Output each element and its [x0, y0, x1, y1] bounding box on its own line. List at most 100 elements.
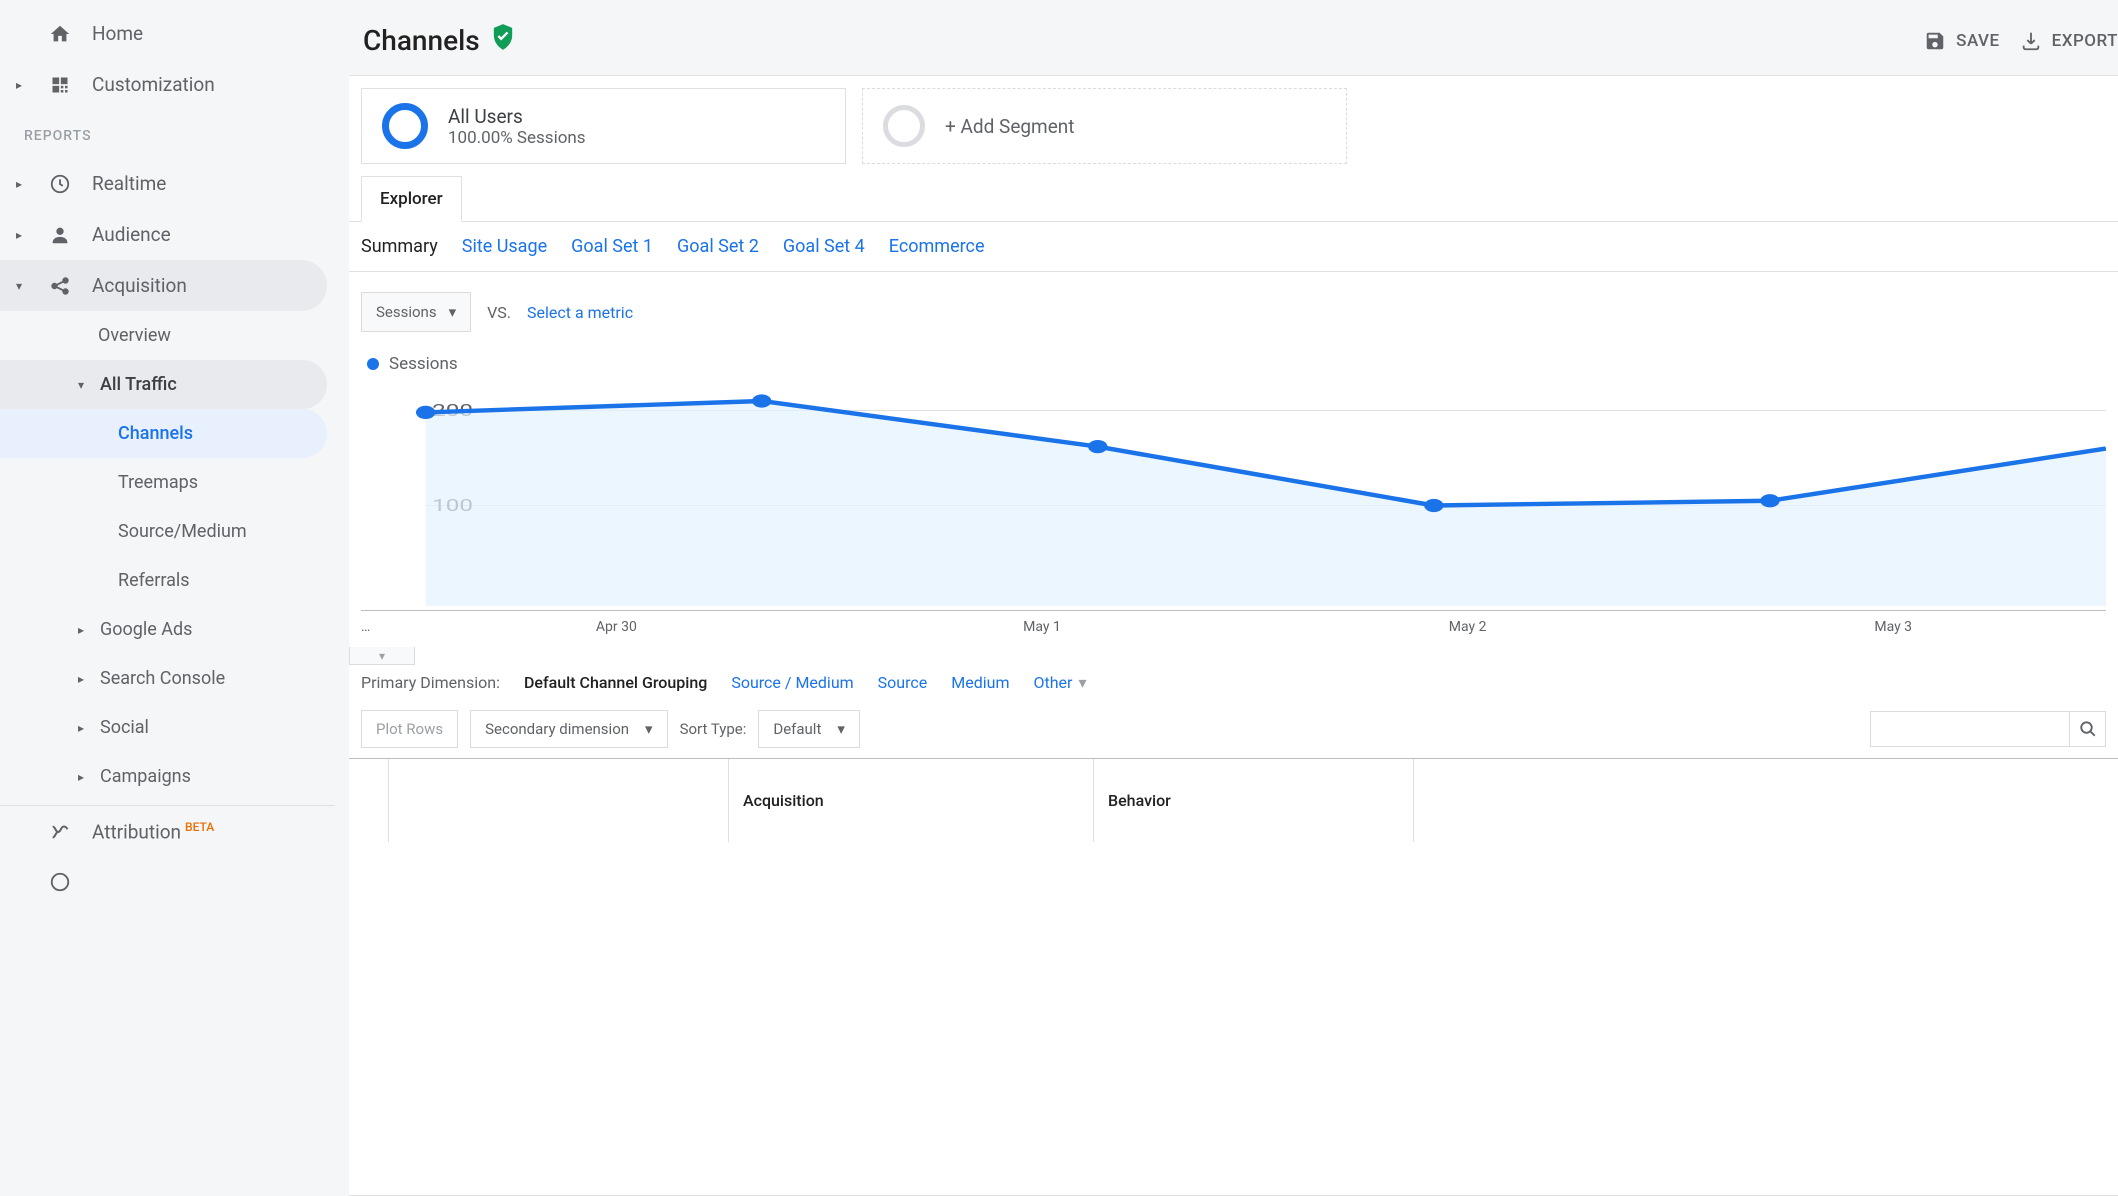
x-axis-label: May 2 — [1255, 619, 1681, 635]
search-input[interactable] — [1870, 711, 2070, 747]
nav-all-traffic-label: All Traffic — [100, 374, 177, 395]
shield-icon — [492, 24, 514, 57]
caret-icon: ▸ — [16, 78, 28, 92]
page-title: Channels — [363, 24, 514, 57]
dimension-other[interactable]: Other ▾ — [1033, 673, 1086, 692]
nav-source-medium[interactable]: Source/Medium — [0, 507, 335, 556]
person-icon — [48, 224, 72, 246]
th-last — [1414, 759, 2118, 842]
nav-channels[interactable]: Channels — [0, 409, 327, 458]
nav-home[interactable]: Home — [0, 8, 335, 59]
nav-campaigns-label: Campaigns — [100, 766, 191, 787]
acquisition-icon — [48, 275, 72, 297]
chart-container: Sessions 100200 …Apr 30May 1May 2May 3 — [349, 340, 2118, 647]
nav-treemaps[interactable]: Treemaps — [0, 458, 335, 507]
x-axis-label: May 3 — [1680, 619, 2106, 635]
nav-campaigns[interactable]: ▸ Campaigns — [0, 752, 335, 801]
dimension-medium[interactable]: Medium — [951, 673, 1009, 692]
th-dimension-col — [389, 759, 729, 842]
customization-icon — [48, 75, 72, 95]
chevron-down-icon: ▾ — [449, 303, 457, 321]
x-axis-label: May 1 — [829, 619, 1255, 635]
beta-badge: BETA — [185, 820, 214, 834]
chevron-down-icon: ▾ — [837, 720, 845, 738]
caret-icon: ▸ — [78, 623, 90, 637]
search-button[interactable] — [2070, 711, 2106, 747]
caret-down-icon: ▾ — [78, 378, 90, 392]
th-checkbox-col — [349, 759, 389, 842]
sessions-line-chart: 100200 — [361, 386, 2106, 606]
sort-type-select[interactable]: Default ▾ — [758, 710, 860, 748]
nav-audience-label: Audience — [92, 223, 171, 246]
nav-acquisition-label: Acquisition — [92, 274, 187, 297]
x-axis-label: … — [361, 619, 404, 635]
page-title-text: Channels — [363, 24, 480, 57]
chart-expand-handle[interactable]: ▾ — [349, 647, 415, 665]
secondary-dimension-select[interactable]: Secondary dimension ▾ — [470, 710, 667, 748]
export-label: EXPORT — [2052, 31, 2118, 51]
export-button[interactable]: EXPORT — [2020, 30, 2118, 52]
select-metric-link[interactable]: Select a metric — [527, 303, 633, 322]
nav-acquisition[interactable]: ▾ Acquisition — [0, 260, 327, 311]
segment-title: All Users — [448, 105, 586, 128]
report-panel: All Users 100.00% Sessions + Add Segment… — [349, 75, 2118, 1196]
dimension-row: Primary Dimension: Default Channel Group… — [349, 665, 2118, 700]
nav-all-traffic[interactable]: ▾ All Traffic — [0, 360, 327, 409]
nav-customization-label: Customization — [92, 73, 215, 96]
add-segment-button[interactable]: + Add Segment — [862, 88, 1347, 164]
sidebar: Home ▸ Customization REPORTS ▸ Realtime … — [0, 0, 335, 1196]
subtab-goal-set-4[interactable]: Goal Set 4 — [783, 236, 865, 257]
dimension-active[interactable]: Default Channel Grouping — [524, 673, 707, 692]
primary-metric-select[interactable]: Sessions ▾ — [361, 292, 471, 332]
nav-social-label: Social — [100, 717, 149, 738]
sort-type-label: Sort Type: — [680, 720, 747, 738]
sort-type-value: Default — [773, 720, 821, 738]
vs-text: VS. — [487, 303, 511, 322]
nav-social[interactable]: ▸ Social — [0, 703, 335, 752]
th-acquisition[interactable]: Acquisition — [729, 759, 1094, 842]
dimension-other-label: Other — [1033, 673, 1072, 692]
nav-home-label: Home — [92, 22, 143, 45]
caret-icon: ▸ — [78, 770, 90, 784]
subtab-goal-set-1[interactable]: Goal Set 1 — [571, 236, 653, 257]
plot-rows-button[interactable]: Plot Rows — [361, 710, 458, 748]
nav-google-ads[interactable]: ▸ Google Ads — [0, 605, 335, 654]
legend-label: Sessions — [389, 354, 458, 374]
segment-all-users[interactable]: All Users 100.00% Sessions — [361, 88, 846, 164]
nav-search-console[interactable]: ▸ Search Console — [0, 654, 335, 703]
reports-label: REPORTS — [0, 110, 335, 158]
caret-down-icon: ▾ — [16, 279, 28, 293]
page-header: Channels SAVE EXPORT — [335, 0, 2118, 75]
dimension-source-medium[interactable]: Source / Medium — [731, 673, 853, 692]
nav-realtime[interactable]: ▸ Realtime — [0, 158, 335, 209]
nav-discover[interactable] — [0, 857, 335, 907]
caret-icon: ▸ — [78, 721, 90, 735]
nav-attribution[interactable]: AttributionBETA — [0, 805, 335, 857]
save-button[interactable]: SAVE — [1924, 30, 1999, 52]
nav-referrals[interactable]: Referrals — [0, 556, 335, 605]
nav-google-ads-label: Google Ads — [100, 619, 192, 640]
subtab-summary[interactable]: Summary — [361, 236, 438, 257]
nav-search-console-label: Search Console — [100, 668, 225, 689]
segment-subtitle: 100.00% Sessions — [448, 128, 586, 148]
dimension-source[interactable]: Source — [878, 673, 928, 692]
th-behavior[interactable]: Behavior — [1094, 759, 1414, 842]
chevron-down-icon: ▾ — [1078, 673, 1086, 692]
segment-row: All Users 100.00% Sessions + Add Segment — [349, 76, 2118, 176]
expand-handle-row: ▾ — [349, 647, 2118, 665]
subtab-ecommerce[interactable]: Ecommerce — [889, 236, 985, 257]
clock-icon — [48, 173, 72, 195]
subtab-goal-set-2[interactable]: Goal Set 2 — [677, 236, 759, 257]
main-content: Channels SAVE EXPORT — [335, 0, 2118, 1196]
nav-audience[interactable]: ▸ Audience — [0, 209, 335, 260]
segment-info: All Users 100.00% Sessions — [448, 105, 586, 148]
legend-dot-icon — [367, 358, 379, 370]
dimension-label: Primary Dimension: — [361, 673, 500, 692]
nav-acq-overview[interactable]: Overview — [0, 311, 335, 360]
nav-customization[interactable]: ▸ Customization — [0, 59, 335, 110]
tab-row: Explorer — [349, 176, 2118, 222]
tab-explorer[interactable]: Explorer — [361, 176, 462, 222]
chart-x-axis: …Apr 30May 1May 2May 3 — [361, 610, 2106, 639]
subtab-site-usage[interactable]: Site Usage — [462, 236, 547, 257]
secondary-dimension-label: Secondary dimension — [485, 720, 629, 738]
